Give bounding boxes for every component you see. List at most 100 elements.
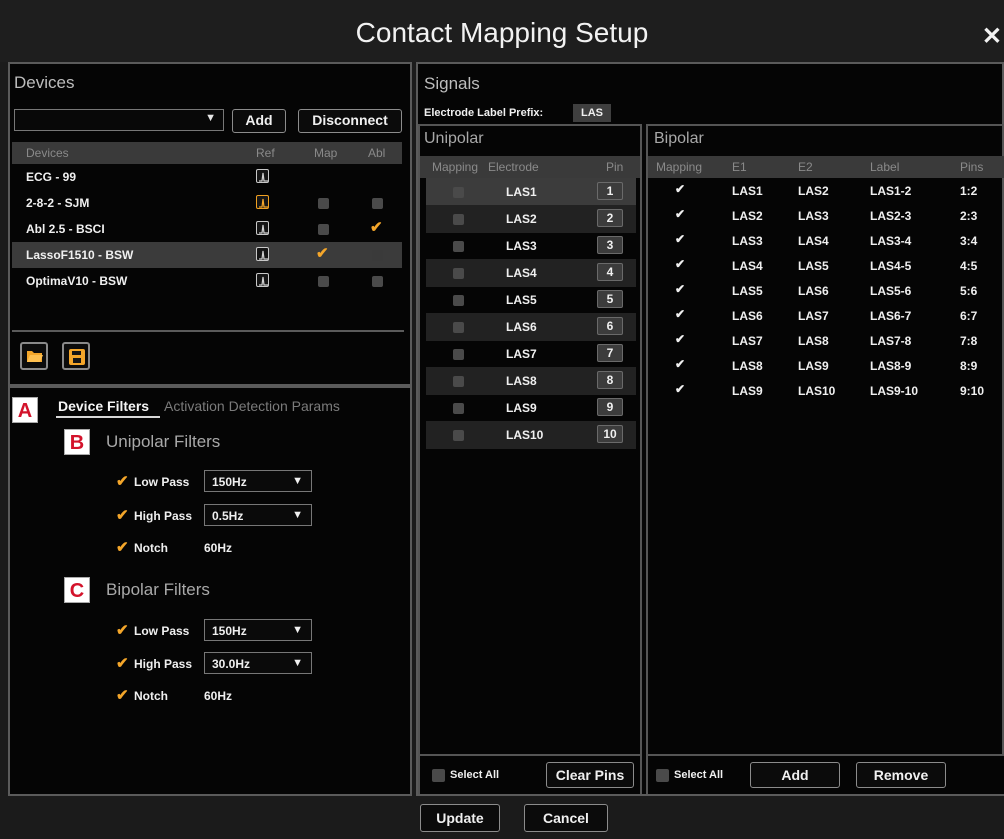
- add-bipolar-button[interactable]: Add: [750, 762, 840, 788]
- unipolar-row[interactable]: LAS5 5: [426, 286, 636, 314]
- device-row[interactable]: Abl 2.5 - BSCI ✔: [12, 216, 402, 242]
- save-icon[interactable]: [62, 342, 90, 370]
- abl-checkbox[interactable]: [372, 250, 383, 261]
- signals-title: Signals: [424, 74, 480, 93]
- mapping-checkbox-checked[interactable]: ✔: [675, 207, 685, 222]
- unipolar-row[interactable]: LAS10 10: [426, 421, 636, 449]
- pin-field[interactable]: 7: [597, 344, 623, 362]
- bipolar-high-pass-checkbox[interactable]: ✔: [116, 654, 129, 672]
- mapping-checkbox[interactable]: [453, 214, 464, 225]
- waveform-icon[interactable]: [256, 195, 269, 209]
- mapping-checkbox[interactable]: [453, 322, 464, 333]
- device-row[interactable]: 2-8-2 - SJM: [12, 190, 402, 216]
- bipolar-row[interactable]: ✔ LAS5 LAS6 LAS5-6 5:6: [650, 278, 1000, 304]
- unipolar-row[interactable]: LAS1 1: [426, 178, 636, 206]
- unipolar-high-pass-select[interactable]: 0.5Hz ▼: [204, 504, 312, 526]
- bipolar-pins: 5:6: [960, 284, 978, 298]
- bipolar-e2: LAS4: [798, 234, 829, 248]
- mapping-checkbox[interactable]: [453, 403, 464, 414]
- bipolar-high-pass-select[interactable]: 30.0Hz ▼: [204, 652, 312, 674]
- bipolar-row[interactable]: ✔ LAS1 LAS2 LAS1-2 1:2: [650, 178, 1000, 204]
- add-device-button[interactable]: Add: [232, 109, 286, 133]
- mapping-checkbox[interactable]: [453, 268, 464, 279]
- bipolar-e2: LAS9: [798, 359, 829, 373]
- unipolar-low-pass-checkbox[interactable]: ✔: [116, 472, 129, 490]
- unipolar-row[interactable]: LAS6 6: [426, 313, 636, 341]
- unipolar-row[interactable]: LAS7 7: [426, 340, 636, 368]
- pin-field[interactable]: 6: [597, 317, 623, 335]
- waveform-icon[interactable]: [256, 273, 269, 287]
- pin-field[interactable]: 1: [597, 182, 623, 200]
- cancel-button[interactable]: Cancel: [524, 804, 608, 832]
- waveform-icon[interactable]: [256, 169, 269, 183]
- unipolar-title: Unipolar: [424, 130, 484, 147]
- mapping-checkbox-checked[interactable]: ✔: [675, 282, 685, 297]
- bipolar-row[interactable]: ✔ LAS2 LAS3 LAS2-3 2:3: [650, 203, 1000, 229]
- mapping-checkbox-checked[interactable]: ✔: [675, 332, 685, 347]
- pin-field[interactable]: 4: [597, 263, 623, 281]
- unipolar-row[interactable]: LAS8 8: [426, 367, 636, 395]
- bipolar-row[interactable]: ✔ LAS4 LAS5 LAS4-5 4:5: [650, 253, 1000, 279]
- abl-checkbox[interactable]: [372, 198, 383, 209]
- remove-bipolar-button[interactable]: Remove: [856, 762, 946, 788]
- bipolar-row[interactable]: ✔ LAS6 LAS7 LAS6-7 6:7: [650, 303, 1000, 329]
- mapping-checkbox[interactable]: [453, 295, 464, 306]
- map-checkbox[interactable]: [318, 198, 329, 209]
- mapping-checkbox[interactable]: [453, 241, 464, 252]
- unipolar-high-pass-checkbox[interactable]: ✔: [116, 506, 129, 524]
- bipolar-row[interactable]: ✔ LAS9 LAS10 LAS9-10 9:10: [650, 378, 1000, 404]
- bipolar-row[interactable]: ✔ LAS3 LAS4 LAS3-4 3:4: [650, 228, 1000, 254]
- unipolar-select-all-checkbox[interactable]: [432, 769, 445, 782]
- unipolar-row[interactable]: LAS9 9: [426, 394, 636, 422]
- mapping-checkbox-checked[interactable]: ✔: [675, 232, 685, 247]
- close-icon[interactable]: ✕: [982, 22, 1002, 51]
- tab-activation-detection-params[interactable]: Activation Detection Params: [164, 398, 340, 414]
- pin-field[interactable]: 3: [597, 236, 623, 254]
- pin-field[interactable]: 10: [597, 425, 623, 443]
- bipolar-notch-checkbox[interactable]: ✔: [116, 686, 129, 704]
- unipolar-row[interactable]: LAS3 3: [426, 232, 636, 260]
- clear-pins-button[interactable]: Clear Pins: [546, 762, 634, 788]
- unipolar-notch-checkbox[interactable]: ✔: [116, 538, 129, 556]
- bipolar-low-pass-select[interactable]: 150Hz ▼: [204, 619, 312, 641]
- unipolar-high-pass-value: 0.5Hz: [212, 509, 244, 523]
- mapping-checkbox[interactable]: [453, 376, 464, 387]
- unipolar-row[interactable]: LAS4 4: [426, 259, 636, 287]
- mapping-checkbox[interactable]: [453, 430, 464, 441]
- mapping-checkbox-checked[interactable]: ✔: [675, 382, 685, 397]
- mapping-checkbox[interactable]: [453, 187, 464, 198]
- chevron-down-icon: ▼: [292, 475, 303, 487]
- bipolar-row[interactable]: ✔ LAS8 LAS9 LAS8-9 8:9: [650, 353, 1000, 379]
- electrode-prefix-input[interactable]: LAS: [573, 104, 611, 122]
- bipolar-low-pass-checkbox[interactable]: ✔: [116, 621, 129, 639]
- mapping-checkbox[interactable]: [453, 349, 464, 360]
- pin-field[interactable]: 8: [597, 371, 623, 389]
- unipolar-low-pass-select[interactable]: 150Hz ▼: [204, 470, 312, 492]
- abl-checkbox-checked[interactable]: ✔: [370, 220, 383, 235]
- pin-field[interactable]: 2: [597, 209, 623, 227]
- map-checkbox[interactable]: [318, 276, 329, 287]
- mapping-checkbox-checked[interactable]: ✔: [675, 307, 685, 322]
- waveform-icon[interactable]: [256, 247, 269, 261]
- mapping-checkbox-checked[interactable]: ✔: [675, 357, 685, 372]
- mapping-checkbox-checked[interactable]: ✔: [675, 182, 685, 197]
- device-row[interactable]: LassoF1510 - BSW ✔: [12, 242, 402, 268]
- bipolar-row[interactable]: ✔ LAS7 LAS8 LAS7-8 7:8: [650, 328, 1000, 354]
- pin-field[interactable]: 9: [597, 398, 623, 416]
- map-checkbox[interactable]: [318, 224, 329, 235]
- disconnect-button[interactable]: Disconnect: [298, 109, 402, 133]
- waveform-icon[interactable]: [256, 221, 269, 235]
- device-row[interactable]: ECG - 99: [12, 164, 402, 190]
- device-row[interactable]: OptimaV10 - BSW: [12, 268, 402, 294]
- bipolar-select-all-checkbox[interactable]: [656, 769, 669, 782]
- folder-open-icon[interactable]: [20, 342, 48, 370]
- update-button[interactable]: Update: [420, 804, 500, 832]
- map-checkbox-checked[interactable]: ✔: [316, 246, 329, 261]
- unipolar-table-header: Mapping Electrode Pin: [420, 156, 640, 178]
- pin-field[interactable]: 5: [597, 290, 623, 308]
- unipolar-row[interactable]: LAS2 2: [426, 205, 636, 233]
- tab-device-filters[interactable]: Device Filters: [58, 398, 149, 414]
- mapping-checkbox-checked[interactable]: ✔: [675, 257, 685, 272]
- device-select[interactable]: ▼: [14, 109, 224, 131]
- abl-checkbox[interactable]: [372, 276, 383, 287]
